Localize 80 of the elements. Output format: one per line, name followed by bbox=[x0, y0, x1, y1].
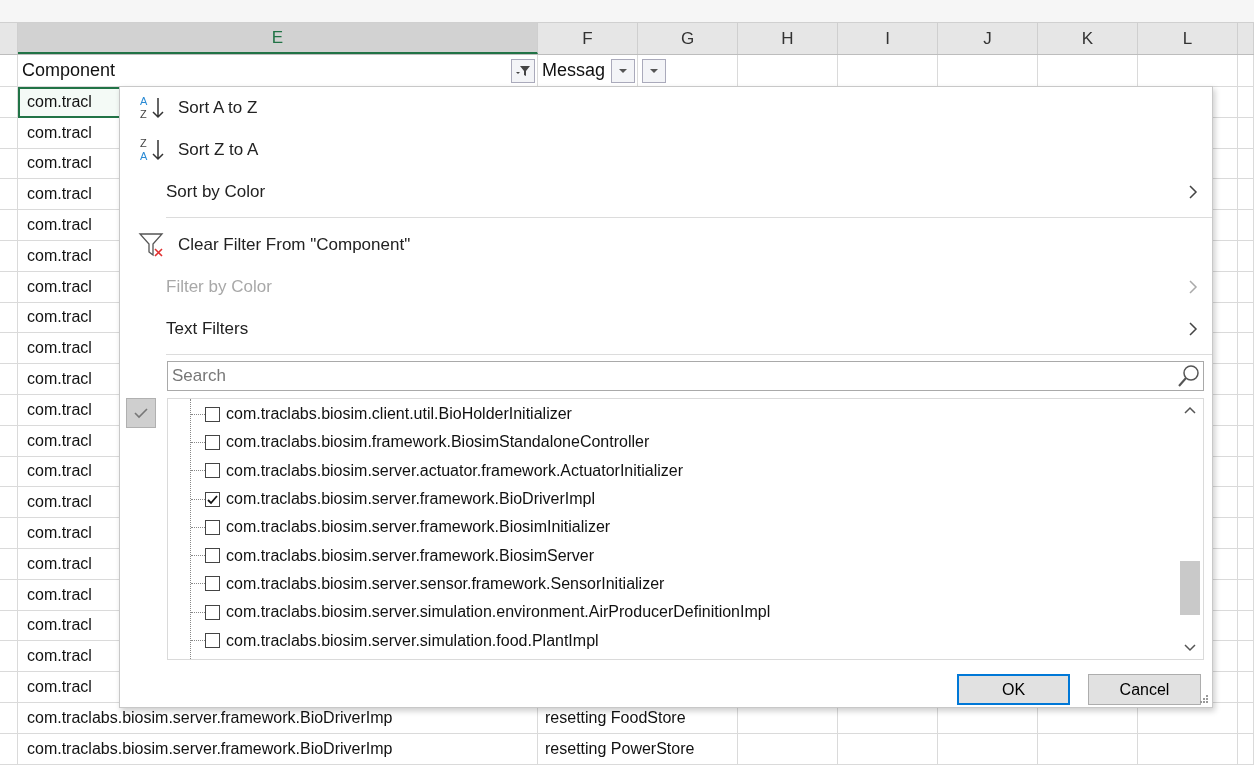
table-cell bbox=[1238, 641, 1254, 673]
table-cell bbox=[0, 610, 18, 642]
table-cell bbox=[0, 271, 18, 303]
search-field[interactable]: Search bbox=[167, 361, 1204, 391]
table-cell bbox=[1238, 456, 1254, 488]
table-cell bbox=[0, 333, 18, 365]
table-cell bbox=[0, 456, 18, 488]
table-cell bbox=[0, 641, 18, 673]
caret-icon bbox=[648, 66, 660, 75]
table-cell bbox=[0, 672, 18, 703]
table-cell bbox=[1238, 87, 1254, 118]
checkbox[interactable] bbox=[205, 548, 220, 564]
header-cell-text: Messag bbox=[542, 60, 606, 81]
checkbox[interactable] bbox=[205, 633, 220, 648]
table-cell bbox=[0, 425, 18, 457]
table-cell bbox=[1238, 425, 1254, 457]
column-header[interactable]: F bbox=[538, 23, 638, 54]
table-cell bbox=[0, 487, 18, 519]
table-cell bbox=[1238, 518, 1254, 549]
chevron-right-icon bbox=[1188, 321, 1198, 337]
ok-button[interactable]: OK bbox=[957, 674, 1070, 705]
table-cell bbox=[0, 179, 18, 211]
checkbox[interactable] bbox=[205, 491, 220, 507]
table-cell bbox=[0, 579, 18, 611]
table-cell bbox=[0, 548, 18, 580]
table-cell bbox=[1238, 302, 1254, 334]
chevron-right-icon bbox=[1188, 279, 1198, 295]
table-cell: resetting PowerStore bbox=[538, 733, 738, 765]
column-header[interactable]: L bbox=[1138, 23, 1238, 54]
column-header[interactable]: I bbox=[838, 23, 938, 54]
table-cell bbox=[1238, 548, 1254, 580]
table-cell bbox=[0, 394, 18, 426]
resize-grip-icon[interactable] bbox=[1199, 694, 1209, 704]
checkbox[interactable] bbox=[205, 406, 220, 422]
header-cell-text: Component bbox=[22, 60, 116, 81]
column-header[interactable]: E bbox=[18, 23, 538, 54]
table-cell bbox=[1238, 241, 1254, 272]
table-cell bbox=[0, 148, 18, 180]
table-cell bbox=[0, 210, 18, 241]
table-cell bbox=[1238, 394, 1254, 426]
table-cell bbox=[1238, 672, 1254, 703]
search-icon bbox=[1177, 364, 1201, 388]
checkbox[interactable] bbox=[205, 463, 220, 479]
table-cell bbox=[1238, 733, 1254, 765]
table-cell bbox=[1238, 364, 1254, 395]
table-cell bbox=[1238, 579, 1254, 611]
caret-icon bbox=[617, 66, 629, 75]
funnel-icon bbox=[515, 63, 531, 78]
checkbox[interactable] bbox=[205, 604, 220, 620]
table-cell bbox=[1238, 610, 1254, 642]
table-cell bbox=[0, 702, 18, 734]
table-cell bbox=[0, 518, 18, 549]
column-header[interactable]: K bbox=[1038, 23, 1138, 54]
column-header[interactable]: J bbox=[938, 23, 1038, 54]
chevron-down-icon[interactable] bbox=[1183, 643, 1197, 653]
checkbox[interactable] bbox=[205, 576, 220, 592]
cancel-button[interactable]: Cancel bbox=[1088, 674, 1201, 705]
chevron-right-icon bbox=[1188, 184, 1198, 200]
table-cell bbox=[1238, 702, 1254, 734]
checkbox[interactable] bbox=[205, 434, 220, 450]
checkbox[interactable] bbox=[205, 519, 220, 535]
scrollbar-thumb[interactable] bbox=[1180, 561, 1200, 615]
table-cell bbox=[1238, 333, 1254, 365]
table-cell bbox=[0, 364, 18, 395]
table-cell bbox=[1238, 271, 1254, 303]
table-cell bbox=[1238, 148, 1254, 180]
filter-button[interactable] bbox=[511, 58, 535, 83]
table-cell bbox=[0, 241, 18, 272]
checkmark-icon bbox=[126, 398, 156, 428]
chevron-up-icon[interactable] bbox=[1183, 405, 1197, 415]
table-cell bbox=[1238, 487, 1254, 519]
table-cell bbox=[0, 733, 18, 765]
column-header[interactable]: G bbox=[638, 23, 738, 54]
table-cell bbox=[0, 302, 18, 334]
table-cell bbox=[1238, 117, 1254, 149]
column-header[interactable]: H bbox=[738, 23, 838, 54]
table-cell bbox=[0, 117, 18, 149]
table-cell: com.traclabs.biosim.server.framework.BioDriverImp bbox=[18, 733, 538, 765]
table-cell bbox=[1238, 210, 1254, 241]
table-cell bbox=[1238, 179, 1254, 211]
